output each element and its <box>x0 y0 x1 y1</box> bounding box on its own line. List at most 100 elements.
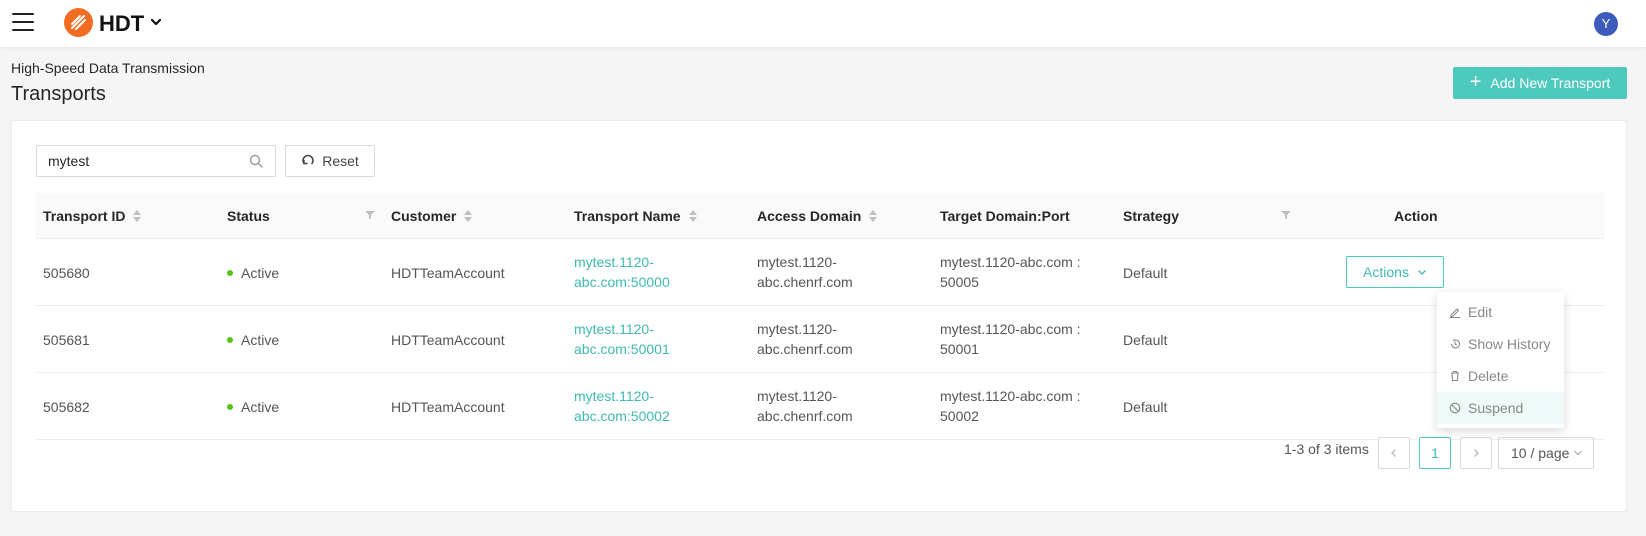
column-strategy-label: Strategy <box>1123 208 1180 224</box>
transport-name-link[interactable]: mytest.1120- abc.com:50000 <box>574 252 670 292</box>
sort-icon[interactable] <box>869 210 878 223</box>
target-cell: mytest.1120-abc.com : 50002 <box>940 386 1081 426</box>
transport-name-line1: mytest.1120- <box>574 388 654 404</box>
strategy-cell: Default <box>1123 265 1168 281</box>
column-transport-name[interactable]: Transport Name <box>574 193 697 239</box>
column-access-domain-label: Access Domain <box>757 208 862 224</box>
menu-item-delete[interactable]: Delete <box>1437 360 1564 392</box>
add-new-transport-button[interactable]: + Add New Transport <box>1453 67 1627 99</box>
transport-id-cell: 505681 <box>43 332 90 348</box>
table-header: Transport ID Status Customer Transport N… <box>36 193 1604 239</box>
status-text: Active <box>241 265 280 281</box>
access-domain-line1: mytest.1120- <box>757 321 837 337</box>
table-row: 505681 Active HDTTeamAccount mytest.1120… <box>36 306 1604 373</box>
menu-item-edit[interactable]: Edit <box>1437 296 1564 328</box>
transport-name-line1: mytest.1120- <box>574 321 654 337</box>
pagination-total: 1-3 of 3 items <box>1284 441 1369 457</box>
prev-page-button[interactable] <box>1378 437 1410 469</box>
status-text: Active <box>241 399 280 415</box>
next-page-button[interactable] <box>1460 437 1492 469</box>
page-size-value: 10 / page <box>1511 445 1570 461</box>
access-domain-line2: abc.chenrf.com <box>757 274 853 290</box>
target-cell: mytest.1120-abc.com : 50005 <box>940 252 1081 292</box>
column-customer[interactable]: Customer <box>391 193 473 239</box>
actions-dropdown-menu: Edit Show History Delete Suspend <box>1437 292 1564 428</box>
table-row: 505682 Active HDTTeamAccount mytest.1120… <box>36 373 1604 440</box>
status-cell: Active <box>227 330 279 350</box>
page-1-button[interactable]: 1 <box>1419 437 1451 469</box>
search-box[interactable] <box>36 145 276 177</box>
chevron-down-icon <box>1574 450 1582 456</box>
chevron-right-icon <box>1474 449 1479 457</box>
status-cell: Active <box>227 397 279 417</box>
target-line2: 50001 <box>940 341 979 357</box>
app-name[interactable]: HDT <box>99 11 144 37</box>
page-size-select[interactable]: 10 / page <box>1498 437 1594 469</box>
actions-label: Actions <box>1363 264 1409 280</box>
column-target: Target Domain:Port <box>940 193 1070 239</box>
filter-icon[interactable] <box>1281 210 1291 220</box>
transport-name-line2: abc.com:50002 <box>574 408 670 424</box>
filter-icon[interactable] <box>365 210 375 220</box>
column-transport-name-label: Transport Name <box>574 208 681 224</box>
column-transport-id-label: Transport ID <box>43 208 126 224</box>
transport-id-cell: 505682 <box>43 399 90 415</box>
column-status-label: Status <box>227 208 270 224</box>
menu-item-edit-label: Edit <box>1468 304 1493 320</box>
access-domain-cell: mytest.1120- abc.chenrf.com <box>757 252 853 292</box>
menu-item-suspend-label: Suspend <box>1468 400 1524 416</box>
sort-icon[interactable] <box>464 210 473 223</box>
actions-button[interactable]: Actions <box>1346 256 1444 288</box>
transport-name-line2: abc.com:50000 <box>574 274 670 290</box>
chevron-down-icon <box>1417 270 1426 275</box>
column-transport-id[interactable]: Transport ID <box>43 193 142 239</box>
sort-icon[interactable] <box>133 210 142 223</box>
trash-icon <box>1451 370 1459 382</box>
column-strategy: Strategy <box>1123 193 1179 239</box>
status-text: Active <box>241 332 280 348</box>
reset-button[interactable]: Reset <box>285 145 375 177</box>
menu-item-show-history-label: Show History <box>1468 336 1551 352</box>
column-target-label: Target Domain:Port <box>940 208 1070 224</box>
menu-item-delete-label: Delete <box>1468 368 1509 384</box>
target-line1: mytest.1120-abc.com : <box>940 321 1081 337</box>
breadcrumb[interactable]: High-Speed Data Transmission <box>11 60 205 76</box>
access-domain-line2: abc.chenrf.com <box>757 408 853 424</box>
status-dot-icon <box>227 404 233 411</box>
transport-name-line2: abc.com:50001 <box>574 341 670 357</box>
access-domain-cell: mytest.1120- abc.chenrf.com <box>757 319 853 359</box>
column-customer-label: Customer <box>391 208 457 224</box>
column-status: Status <box>227 193 270 239</box>
plus-icon: + <box>1469 71 1482 93</box>
menu-item-show-history[interactable]: Show History <box>1437 328 1564 360</box>
transport-name-link[interactable]: mytest.1120- abc.com:50002 <box>574 386 670 426</box>
sort-icon[interactable] <box>688 210 697 223</box>
status-dot-icon <box>227 337 233 344</box>
strategy-cell: Default <box>1123 332 1168 348</box>
edit-icon <box>1450 308 1460 318</box>
status-cell: Active <box>227 263 279 283</box>
add-new-transport-label: Add New Transport <box>1490 75 1611 91</box>
menu-icon[interactable] <box>12 13 34 33</box>
reload-icon <box>302 154 314 165</box>
customer-cell: HDTTeamAccount <box>391 265 505 281</box>
target-line1: mytest.1120-abc.com : <box>940 388 1081 404</box>
top-bar: HDT Y <box>0 0 1646 47</box>
transports-card: Reset Transport ID Status Customer Trans… <box>11 120 1627 512</box>
transport-id-cell: 505680 <box>43 265 90 281</box>
avatar[interactable]: Y <box>1594 12 1618 36</box>
table-row: 505680 Active HDTTeamAccount mytest.1120… <box>36 239 1604 306</box>
chevron-down-icon[interactable] <box>150 17 162 27</box>
transports-table: Transport ID Status Customer Transport N… <box>36 193 1604 440</box>
column-action-label: Action <box>1394 208 1438 224</box>
stop-icon <box>1449 402 1461 414</box>
customer-cell: HDTTeamAccount <box>391 332 505 348</box>
search-input[interactable] <box>48 146 248 176</box>
access-domain-line1: mytest.1120- <box>757 388 837 404</box>
column-access-domain[interactable]: Access Domain <box>757 193 878 239</box>
target-line2: 50002 <box>940 408 979 424</box>
transport-name-link[interactable]: mytest.1120- abc.com:50001 <box>574 319 670 359</box>
search-icon[interactable] <box>249 154 263 168</box>
menu-item-suspend[interactable]: Suspend <box>1437 392 1564 424</box>
reset-label: Reset <box>322 153 359 169</box>
